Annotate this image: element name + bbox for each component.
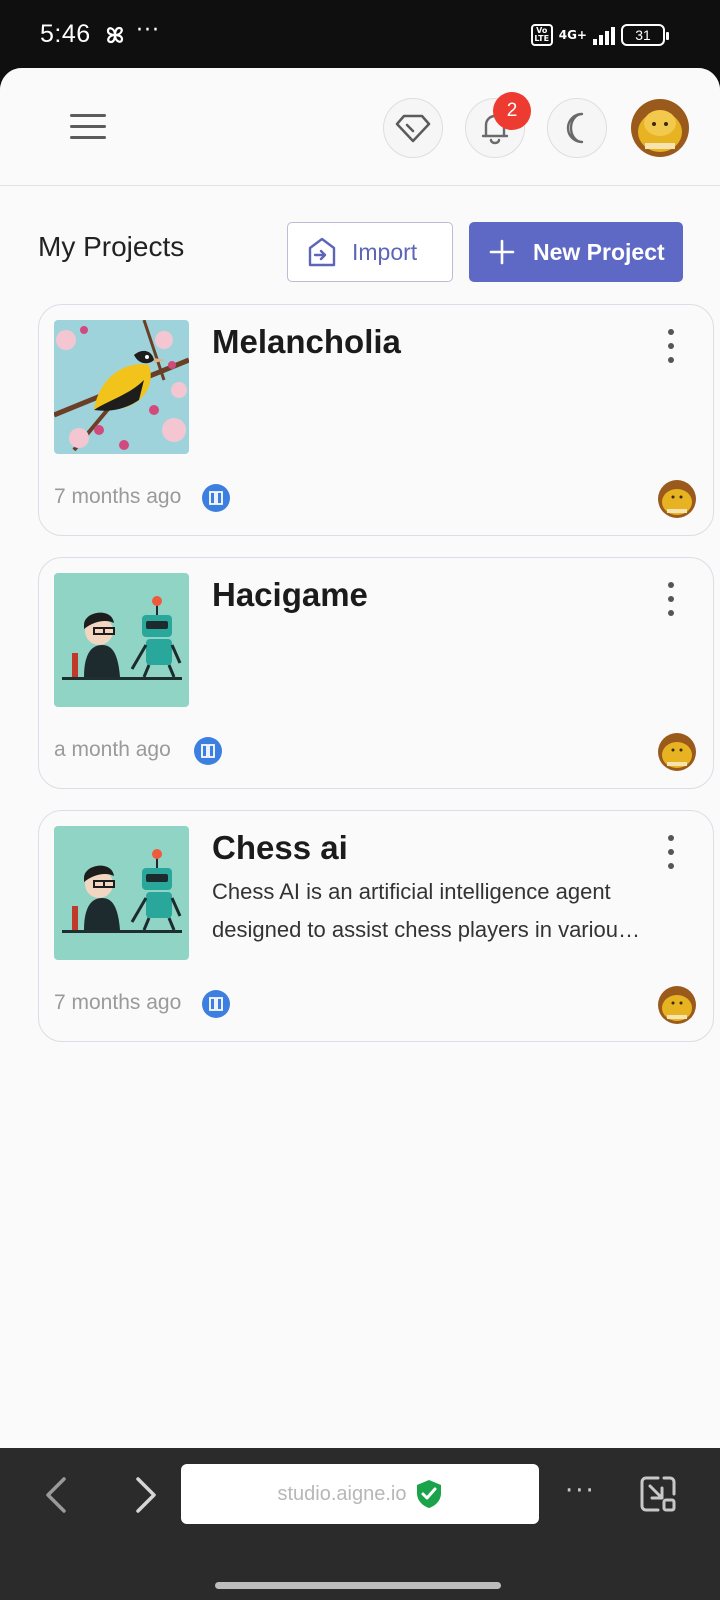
- diamond-button[interactable]: [383, 98, 443, 158]
- chain-icon: [194, 737, 222, 765]
- import-button[interactable]: Import: [287, 222, 453, 282]
- chain-icon: [202, 990, 230, 1018]
- theme-toggle-button[interactable]: [547, 98, 607, 158]
- moon-icon: [566, 112, 584, 144]
- home-indicator[interactable]: [215, 1582, 501, 1589]
- project-thumbnail: [54, 573, 189, 707]
- plus-icon: [489, 239, 515, 265]
- diamond-icon: [395, 114, 431, 143]
- address-bar[interactable]: studio.aigne.io: [181, 1464, 539, 1524]
- browser-toolbar: studio.aigne.io ···: [0, 1448, 720, 1600]
- status-bar: 5:46 ··· Vo LTE 4G+ 31: [0, 0, 720, 70]
- pinwheel-icon: [106, 26, 124, 44]
- import-label: Import: [352, 238, 418, 265]
- top-bar: 2: [0, 68, 720, 186]
- project-thumbnail: [54, 826, 189, 960]
- chain-icon: [202, 484, 230, 512]
- volte-icon: Vo LTE: [530, 24, 553, 46]
- project-updated: 7 months ago: [54, 991, 182, 1014]
- app-panel: 2 My Projects Import New Project Melanch…: [0, 68, 720, 1448]
- more-options-icon[interactable]: [661, 582, 681, 616]
- network-type: 4G+: [558, 28, 587, 42]
- project-description: Chess AI is an artificial intelligence a…: [212, 879, 640, 942]
- project-thumbnail: [54, 320, 189, 454]
- more-options-icon[interactable]: [661, 835, 681, 869]
- battery-icon: 31: [621, 24, 669, 46]
- status-indicators: Vo LTE 4G+ 31: [530, 22, 669, 48]
- owner-avatar: [658, 480, 696, 518]
- page-title: My Projects: [38, 231, 185, 262]
- secure-shield-icon: [417, 1480, 442, 1508]
- import-icon: [308, 237, 336, 267]
- project-card[interactable]: Chess ai Chess AI is an artificial intel…: [38, 810, 714, 1042]
- url-text: studio.aigne.io: [277, 1482, 407, 1505]
- project-title: Chess ai: [212, 829, 348, 866]
- signal-icon: [593, 25, 615, 45]
- project-updated: 7 months ago: [54, 485, 182, 508]
- notification-badge: 2: [493, 92, 531, 130]
- owner-avatar: [658, 986, 696, 1024]
- browser-menu-icon[interactable]: ···: [565, 1476, 596, 1506]
- new-project-button[interactable]: New Project: [469, 222, 683, 282]
- notifications-button[interactable]: 2: [465, 92, 531, 158]
- forward-arrow-icon[interactable]: [128, 1473, 164, 1517]
- exit-fullscreen-icon[interactable]: [638, 1474, 678, 1514]
- new-project-label: New Project: [533, 238, 665, 265]
- status-time: 5:46: [40, 20, 91, 48]
- menu-icon[interactable]: [70, 112, 106, 142]
- back-arrow-icon[interactable]: [38, 1473, 74, 1517]
- more-options-icon[interactable]: [661, 329, 681, 363]
- project-card[interactable]: Melancholia 7 months ago: [38, 304, 714, 536]
- project-card[interactable]: Hacigame a month ago: [38, 557, 714, 789]
- status-overflow: ···: [136, 18, 160, 43]
- owner-avatar: [658, 733, 696, 771]
- user-avatar[interactable]: [631, 99, 689, 157]
- project-title: Hacigame: [212, 576, 368, 613]
- project-updated: a month ago: [54, 738, 171, 761]
- project-title: Melancholia: [212, 323, 401, 360]
